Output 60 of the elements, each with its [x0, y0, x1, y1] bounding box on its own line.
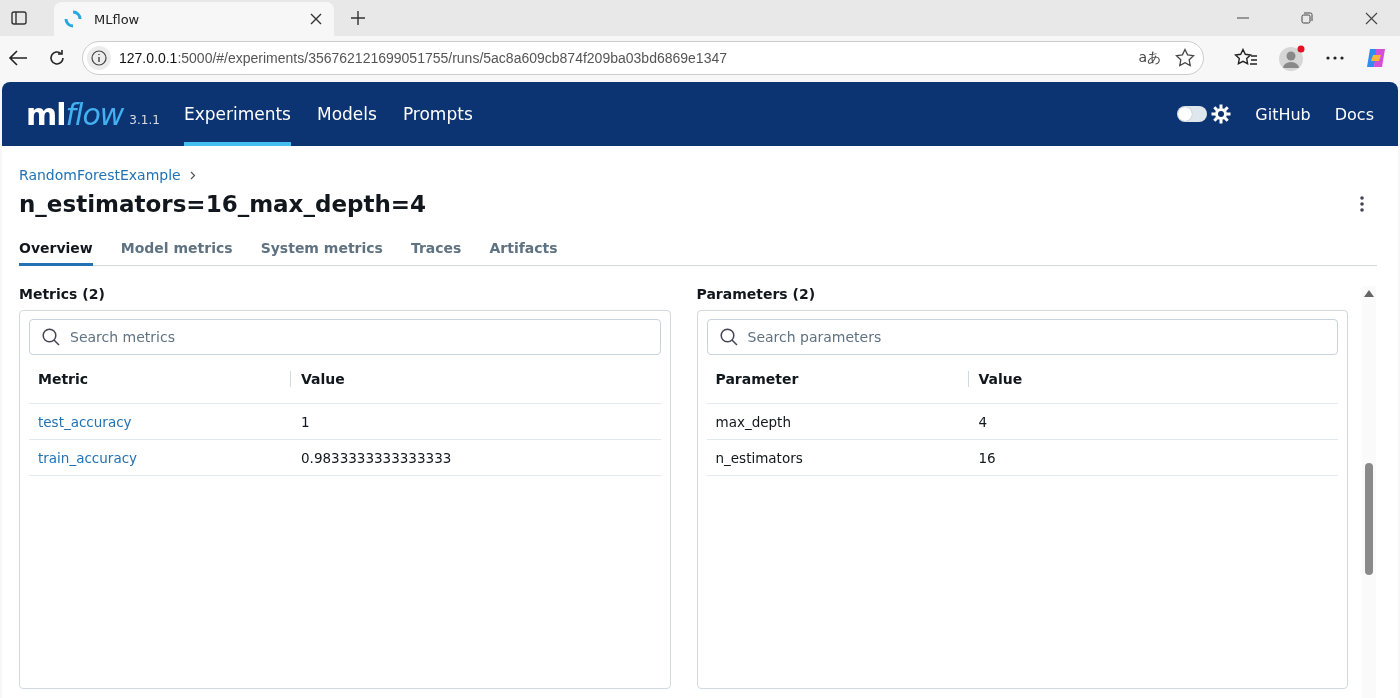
- refresh-icon[interactable]: [48, 49, 66, 67]
- address-bar[interactable]: 127.0.0.1:5000/#/experiments/356762121699051755/runs/5ac8a609cb874f209ba03bd6869e1347 aあ: [82, 41, 1204, 75]
- column-header: Metric: [29, 371, 291, 387]
- search-field[interactable]: Search parameters: [706, 319, 1338, 355]
- copilot-icon[interactable]: [1364, 46, 1388, 70]
- info-icon[interactable]: [87, 46, 111, 70]
- tab[interactable]: Overview: [19, 237, 93, 266]
- column-header: Value: [300, 371, 346, 387]
- logo-text[interactable]: ml: [26, 96, 66, 132]
- nav-link[interactable]: Models: [317, 82, 377, 146]
- header-link[interactable]: GitHub: [1255, 104, 1311, 124]
- breadcrumb-link[interactable]: RandomForestExample: [19, 167, 181, 183]
- table-cell: max_depth: [715, 413, 791, 430]
- table-cell: 16: [978, 449, 996, 466]
- star-icon[interactable]: [1175, 48, 1195, 68]
- nav-link[interactable]: Experiments: [183, 82, 291, 146]
- theme-toggle[interactable]: [1177, 106, 1208, 122]
- search-icon: [719, 328, 738, 346]
- search-field[interactable]: Search metrics: [29, 319, 661, 355]
- tab[interactable]: System metrics: [260, 237, 383, 266]
- table-cell: 0.9833333333333333: [301, 449, 452, 466]
- scroll-up-icon[interactable]: [1364, 290, 1374, 297]
- new-tab-icon[interactable]: [350, 10, 366, 26]
- search-icon: [42, 328, 60, 346]
- back-arrow-icon[interactable]: [8, 49, 28, 67]
- table-cell: 1: [301, 413, 310, 430]
- loading-icon: [64, 10, 82, 28]
- browser-tab[interactable]: MLflow: [54, 2, 334, 36]
- kebab-menu-icon[interactable]: [1360, 196, 1364, 212]
- url-path: :5000/#/experiments/356762121699051755/runs/5ac8a609cb874f209ba03bd6869e1347: [177, 50, 727, 66]
- profile-avatar-icon[interactable]: [1278, 44, 1306, 72]
- table-cell: 4: [978, 413, 988, 430]
- sun-icon[interactable]: [1211, 104, 1232, 124]
- more-icon[interactable]: [1326, 56, 1344, 60]
- run-title: n_estimators=16_max_depth=4: [19, 191, 427, 217]
- chevron-right-icon: [189, 170, 196, 180]
- metric-link[interactable]: train_accuracy: [38, 449, 138, 466]
- version-label: 3.1.1: [129, 113, 160, 127]
- tab[interactable]: Traces: [410, 237, 462, 266]
- url-host: 127.0.0.1: [119, 50, 178, 66]
- nav-link[interactable]: Prompts: [402, 82, 473, 146]
- tab-title: MLflow: [94, 11, 141, 27]
- scrollbar[interactable]: [1362, 286, 1376, 698]
- section-title: Parameters (2): [696, 286, 817, 302]
- column-header: Value: [977, 371, 1024, 387]
- tab-actions-icon[interactable]: [10, 9, 28, 27]
- tab[interactable]: Artifacts: [489, 237, 558, 266]
- metric-link[interactable]: test_accuracy: [38, 413, 132, 430]
- close-icon[interactable]: [1365, 11, 1378, 25]
- logo-text[interactable]: flow: [65, 96, 124, 132]
- restore-icon[interactable]: [1301, 12, 1313, 24]
- column-header: Parameter: [706, 371, 969, 387]
- table-cell: n_estimators: [715, 449, 803, 466]
- section-title: Metrics (2): [19, 286, 106, 302]
- close-icon[interactable]: [310, 13, 322, 25]
- tab[interactable]: Model metrics: [120, 237, 233, 266]
- header-link[interactable]: Docs: [1334, 104, 1374, 124]
- scrollbar-thumb[interactable]: [1365, 463, 1373, 575]
- favorites-icon[interactable]: [1234, 48, 1258, 68]
- translate-button[interactable]: aあ: [1138, 49, 1161, 67]
